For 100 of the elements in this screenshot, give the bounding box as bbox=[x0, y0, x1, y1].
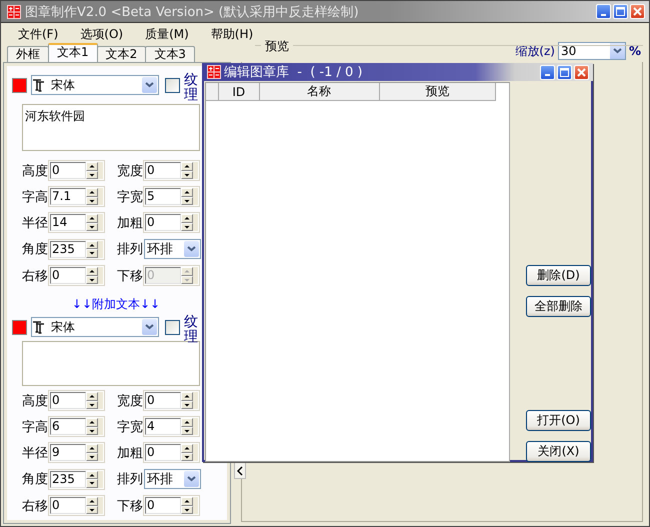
spinner-buttons[interactable] bbox=[86, 162, 103, 179]
number-field[interactable]: 235 bbox=[50, 470, 86, 488]
app-icon bbox=[207, 65, 221, 79]
menu-item[interactable]: 质量(M) bbox=[145, 26, 189, 42]
column-header[interactable]: 名称 bbox=[260, 83, 380, 100]
group-label: 预览 bbox=[261, 38, 293, 55]
number-field[interactable]: 0 bbox=[50, 267, 86, 284]
truetype-font-icon bbox=[32, 78, 45, 92]
number-field[interactable]: 14 bbox=[50, 214, 86, 231]
close-button[interactable] bbox=[630, 4, 645, 19]
tab[interactable]: 外框 bbox=[7, 46, 49, 62]
number-field[interactable]: 5 bbox=[145, 188, 181, 205]
close-icon bbox=[577, 68, 586, 76]
tab[interactable]: 文本2 bbox=[96, 46, 146, 62]
minimize-button[interactable] bbox=[596, 4, 611, 19]
field-label: 字宽 bbox=[117, 188, 144, 206]
number-field[interactable]: 4 bbox=[145, 418, 181, 435]
spinner-buttons[interactable] bbox=[86, 392, 103, 409]
spinner-buttons[interactable] bbox=[181, 392, 198, 409]
close-icon bbox=[633, 7, 642, 16]
spinner-buttons[interactable] bbox=[181, 418, 198, 435]
app-icon bbox=[7, 4, 21, 18]
field-label: 字高 bbox=[22, 188, 49, 206]
checkbox[interactable] bbox=[165, 320, 180, 334]
spinner-buttons[interactable] bbox=[181, 444, 198, 461]
field-label: 角度 bbox=[22, 471, 49, 488]
menu-item[interactable]: 文件(F) bbox=[18, 26, 58, 42]
library-list[interactable]: ID 名称 预览 bbox=[205, 82, 510, 462]
text-area[interactable]: 河东软件园 bbox=[22, 104, 200, 151]
truetype-font-icon bbox=[32, 320, 45, 334]
spinner-buttons[interactable] bbox=[86, 267, 103, 284]
zoom-label: 缩放(z) bbox=[515, 42, 555, 60]
menu-item[interactable]: 选项(O) bbox=[80, 26, 124, 42]
maximize-button[interactable] bbox=[613, 4, 628, 19]
number-field[interactable]: 0 bbox=[145, 392, 181, 409]
column-header[interactable]: ID bbox=[218, 83, 260, 100]
spinner-buttons[interactable] bbox=[86, 470, 103, 488]
tab[interactable]: 文本1 bbox=[48, 43, 98, 62]
spinner-buttons[interactable] bbox=[181, 162, 198, 179]
field-label: 宽度 bbox=[117, 162, 144, 180]
number-field[interactable]: 0 bbox=[145, 162, 181, 179]
zoom-dropdown[interactable]: 30 bbox=[558, 42, 626, 60]
font-dropdown[interactable]: 宋体 bbox=[31, 75, 159, 95]
maximize-icon bbox=[560, 68, 569, 76]
spinner-buttons[interactable] bbox=[86, 214, 103, 231]
field-label: 半径 bbox=[22, 444, 49, 462]
field-label: 右移 bbox=[22, 498, 49, 514]
menu-item[interactable]: 帮助(H) bbox=[210, 26, 254, 42]
spinner-buttons[interactable] bbox=[181, 497, 198, 514]
dialog-button[interactable]: 关闭(X) bbox=[526, 441, 591, 462]
field-label: 下移 bbox=[117, 498, 144, 514]
minimize-icon bbox=[545, 74, 550, 76]
number-field[interactable]: 7.1 bbox=[50, 188, 86, 205]
number-field[interactable]: 9 bbox=[50, 444, 86, 461]
number-field[interactable]: 0 bbox=[145, 444, 181, 461]
spinner-buttons[interactable] bbox=[86, 418, 103, 435]
spinner-buttons[interactable] bbox=[86, 240, 103, 258]
field-label: 排列 bbox=[117, 471, 144, 488]
maximize-button[interactable] bbox=[557, 64, 572, 80]
checkbox[interactable] bbox=[165, 78, 180, 92]
field-label: 排列 bbox=[117, 241, 144, 258]
spinner-buttons[interactable] bbox=[86, 444, 103, 461]
color-swatch[interactable] bbox=[12, 78, 27, 92]
dropdown[interactable]: 环排 bbox=[144, 469, 201, 489]
spinner-buttons[interactable] bbox=[86, 188, 103, 205]
window-title: 图章制作V2.0 <Beta Version> (默认采用中反走样绘制) bbox=[25, 4, 360, 20]
field-label: 高度 bbox=[22, 162, 49, 180]
field-label: 高度 bbox=[22, 392, 49, 410]
close-button[interactable] bbox=[574, 64, 589, 80]
number-field[interactable]: 0 bbox=[145, 497, 181, 514]
field-label: 半径 bbox=[22, 214, 49, 232]
number-field[interactable]: 0 bbox=[50, 497, 86, 514]
field-label: 字高 bbox=[22, 418, 49, 436]
color-swatch[interactable] bbox=[12, 320, 27, 334]
column-header[interactable]: 预览 bbox=[380, 83, 496, 100]
dialog-button[interactable]: 打开(O) bbox=[526, 410, 591, 431]
number-field[interactable]: 0 bbox=[50, 162, 86, 179]
number-field[interactable]: 0 bbox=[145, 214, 181, 231]
number-field[interactable]: 6 bbox=[50, 418, 86, 435]
spinner-buttons[interactable] bbox=[86, 497, 103, 514]
number-field[interactable]: 235 bbox=[50, 240, 86, 258]
field-label: 宽度 bbox=[117, 392, 144, 410]
minimize-button[interactable] bbox=[540, 64, 555, 80]
number-field[interactable]: 0 bbox=[50, 392, 86, 409]
scroll-left-button[interactable] bbox=[234, 462, 246, 479]
font-dropdown[interactable]: 宋体 bbox=[31, 317, 159, 337]
field-label: 字宽 bbox=[117, 418, 144, 436]
tab[interactable]: 文本3 bbox=[145, 46, 195, 62]
minimize-icon bbox=[601, 14, 606, 16]
dropdown[interactable]: 环排 bbox=[144, 239, 201, 259]
dialog-button[interactable]: 全部删除 bbox=[526, 296, 591, 317]
checkbox-label: 纹理 bbox=[184, 73, 198, 104]
field-label: 加粗 bbox=[117, 444, 144, 462]
checkbox-label: 纹理 bbox=[184, 315, 198, 346]
field-label: 右移 bbox=[22, 268, 49, 284]
field-label: 下移 bbox=[117, 268, 144, 284]
percent-label: % bbox=[628, 44, 641, 58]
spinner-buttons[interactable] bbox=[181, 188, 198, 205]
dialog-button[interactable]: 删除(D) bbox=[526, 265, 591, 286]
spinner-buttons[interactable] bbox=[181, 214, 198, 231]
